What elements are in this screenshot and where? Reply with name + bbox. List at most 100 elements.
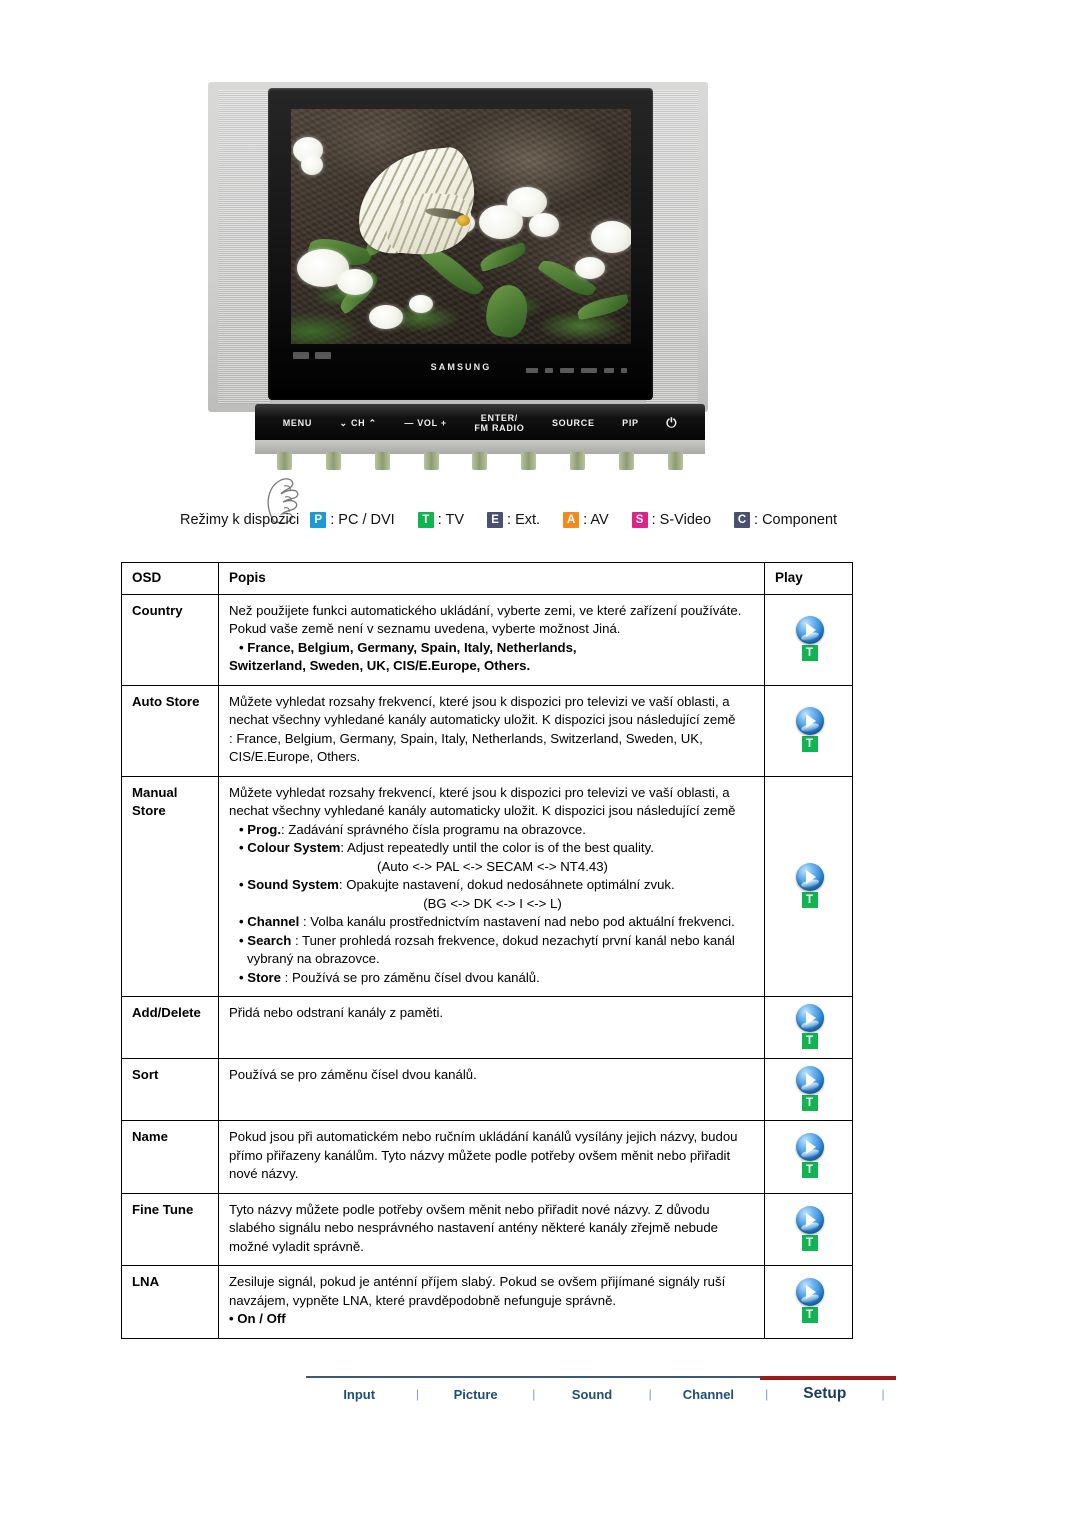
play-availability-indicator: T (795, 862, 824, 908)
table-row: Country Než použijete funkci automatickéh… (121, 593, 853, 686)
volume-minus-icon[interactable]: — (404, 418, 414, 428)
play-icon[interactable] (795, 1004, 824, 1032)
description-bold-line: Switzerland, Sweden, UK, CIS/E.Europe, O… (229, 658, 531, 673)
play-icon[interactable] (795, 616, 824, 644)
play-availability-indicator: T (795, 1205, 824, 1251)
bullet-term: • Prog. (239, 821, 281, 837)
mode-badge-t-icon: T (417, 512, 434, 528)
mode-badge-t-icon: T (801, 1162, 818, 1179)
mode-s-video: S : S-Video (631, 512, 711, 528)
description-cell: Než použijete funkci automatického uklád… (218, 593, 765, 686)
tv-control-panel: MENU ⌄ CH ⌃ — VOL + ENTER/ FM RADIO SOUR… (255, 404, 705, 442)
description-paragraph: Tyto názvy můžete podle potřeby ovšem mě… (229, 1201, 719, 1254)
flower-cluster (409, 295, 433, 313)
osd-name-cell: Sort (121, 1058, 219, 1121)
play-availability-indicator: T (795, 1066, 824, 1111)
nav-item-picture[interactable]: Picture (422, 1387, 528, 1402)
nav-separator: | (648, 1387, 652, 1401)
bullet-term: • Search (239, 932, 292, 948)
mode-badge-t-icon: T (801, 645, 818, 661)
tv-bezel-bottom: SAMSUNG (291, 352, 631, 394)
flower-cluster (575, 257, 605, 279)
mode-badge-t-icon: T (801, 1033, 818, 1049)
volume-buttons[interactable]: — VOL + (404, 418, 447, 428)
section-navigation-bar: Input | Picture | Sound | Channel | Setup | (306, 1376, 897, 1418)
bullet-definition: : Tuner prohledá rozsah frekvence, dokud… (247, 932, 735, 967)
osd-name-cell: Fine Tune (121, 1192, 219, 1266)
play-icon[interactable] (795, 1066, 824, 1094)
mode-pc-dvi: P : PC / DVI (310, 512, 395, 528)
tv-speaker-left (218, 90, 270, 404)
play-cell: T (764, 775, 853, 997)
nav-active-indicator (759, 1376, 897, 1380)
mode-label-pc-dvi: : PC / DVI (330, 512, 395, 528)
power-icon[interactable]: ⏻ (666, 416, 677, 429)
play-icon[interactable] (795, 1278, 824, 1307)
description-bullet-item: • Sound System: Opakujte nastavení, doku… (229, 876, 756, 895)
osd-name-cell: Add/Delete (121, 996, 219, 1059)
mode-badge-t-icon: T (801, 1234, 818, 1251)
play-cell: T (764, 1058, 853, 1121)
bullet-term: • Colour System (239, 840, 341, 855)
description-bullet-item: • Colour System: Adjust repeatedly until… (229, 839, 756, 858)
play-icon[interactable] (795, 1205, 824, 1234)
description-cell: Přidá nebo odstraní kanály z paměti. (218, 996, 765, 1059)
table-row: Sort Používá se pro záměnu čísel dvou kan… (121, 1058, 853, 1121)
description-paragraph: Zesiluje signál, pokud je anténní příjem… (229, 1274, 726, 1308)
tv-chassis: SAMSUNG (208, 82, 708, 412)
flower-cluster (369, 305, 403, 329)
mode-label-tv: : TV (437, 512, 465, 528)
bullet-term: • Sound System (239, 877, 339, 892)
enter-fm-radio-button[interactable]: ENTER/ FM RADIO (474, 413, 524, 433)
description-cell: Můžete vyhledat rozsahy frekvencí, které… (218, 684, 765, 777)
butterfly (352, 145, 489, 258)
description-bullet-item: • Store : Používá se pro záměnu čísel dv… (229, 969, 756, 988)
tv-logo-badges (293, 352, 331, 359)
nav-item-input[interactable]: Input (306, 1387, 412, 1402)
mode-badge-t-icon: T (801, 1095, 818, 1111)
play-icon[interactable] (795, 862, 824, 891)
description-cell: Pokud jsou při automatickém nebo ručním … (218, 1120, 765, 1194)
bullet-definition: : Adjust repeatedly until the color is o… (340, 840, 654, 855)
mode-badge-s-icon: S (631, 512, 648, 528)
play-cell: T (764, 1120, 853, 1194)
mode-badge-t-icon: T (801, 891, 818, 908)
tv-brand-logo: SAMSUNG (430, 362, 492, 372)
description-bullet-item: • Channel : Volba kanálu prostřednictvím… (229, 913, 756, 932)
description-paragraph: Používá se pro záměnu čísel dvou kanálů. (229, 1067, 477, 1082)
play-cell: T (764, 684, 853, 777)
description-bold-line: • On / Off (229, 1311, 286, 1326)
nav-separator: | (415, 1387, 419, 1401)
osd-name-cell: Auto Store (121, 684, 219, 777)
play-cell: T (764, 1265, 853, 1339)
table-row: Auto Store Můžete vyhledat rozsahy frekve… (121, 684, 853, 777)
flower-cluster (301, 155, 323, 175)
channel-up-icon[interactable]: ⌃ (369, 418, 377, 428)
channel-down-icon[interactable]: ⌄ (340, 418, 348, 428)
source-button[interactable]: SOURCE (552, 418, 595, 428)
osd-settings-table: OSD Popis Play Country Než použijete funk… (121, 562, 853, 1339)
play-icon[interactable] (795, 707, 824, 735)
play-icon[interactable] (795, 1133, 824, 1162)
flower-cluster (529, 213, 559, 237)
pip-button[interactable]: PIP (622, 418, 639, 428)
osd-name-cell: Country (121, 593, 219, 686)
table-row: Name Pokud jsou při automatickém nebo ruč… (121, 1120, 853, 1194)
tv-bezel-microlabels (526, 368, 627, 373)
play-availability-indicator: T (795, 707, 824, 752)
volume-plus-icon[interactable]: + (441, 418, 447, 428)
nav-item-setup[interactable]: Setup (772, 1385, 878, 1403)
play-availability-indicator: T (795, 1278, 824, 1324)
channel-buttons[interactable]: ⌄ CH ⌃ (340, 418, 377, 428)
menu-button[interactable]: MENU (283, 418, 312, 428)
description-cell: Tyto názvy můžete podle potřeby ovšem mě… (218, 1192, 765, 1266)
mode-badge-c-icon: C (734, 512, 751, 528)
nav-item-channel[interactable]: Channel (655, 1387, 761, 1402)
description-centered-line: (BG <-> DK <-> I <-> L) (423, 895, 562, 911)
flower-cluster (337, 269, 373, 295)
description-paragraph: Než použijete funkci automatického uklád… (229, 602, 742, 637)
nav-item-sound[interactable]: Sound (539, 1387, 645, 1402)
column-header-play: Play (764, 562, 853, 595)
play-cell: T (764, 1192, 853, 1266)
table-row: Add/Delete Přidá nebo odstraní kanály z p… (121, 996, 853, 1059)
